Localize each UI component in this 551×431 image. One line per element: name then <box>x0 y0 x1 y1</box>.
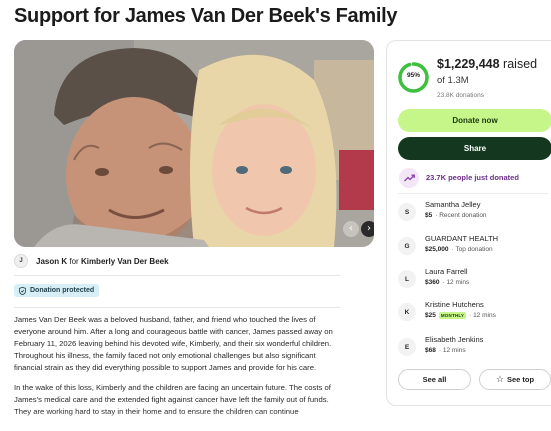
donor-note: · 12 mins <box>469 312 496 319</box>
star-outline-icon: ☆ <box>495 374 504 385</box>
donor-name: Kristine Hutchens <box>425 300 484 309</box>
donation-count: 23.8K donations <box>437 92 484 99</box>
monthly-badge: MONTHLY <box>438 312 467 319</box>
beneficiary-name[interactable]: Kimberly Van Der Beek <box>81 257 169 266</box>
donor-note: · Recent donation <box>435 212 487 219</box>
donor-avatar: K <box>398 303 416 321</box>
share-button[interactable]: Share <box>398 137 551 160</box>
divider <box>398 193 548 194</box>
story-paragraph: James Van Der Beek was a beloved husband… <box>14 315 333 372</box>
trending-up-icon <box>399 168 419 188</box>
see-top-button[interactable]: ☆ See top <box>479 369 551 390</box>
campaign-photo[interactable]: ‹ › <box>14 40 374 247</box>
donor-amount: $68 <box>425 347 436 354</box>
organizer-name[interactable]: Jason K <box>36 257 67 266</box>
divider <box>14 307 340 308</box>
organizer-avatar: J <box>14 254 28 268</box>
donor-meta: $68 · 12 mins <box>425 347 466 354</box>
shield-check-icon <box>19 286 26 295</box>
campaign-story: James Van Der Beek was a beloved husband… <box>14 314 344 426</box>
donor-note: · Top donation <box>451 246 493 253</box>
organizer-line: J Jason K for Kimberly Van Der Beek <box>14 254 169 268</box>
donor-meta: $360 · 12 mins <box>425 279 469 286</box>
divider <box>14 275 340 276</box>
donor-amount: $25 <box>425 312 436 319</box>
trending-text: 23.7K people just donated <box>426 173 519 182</box>
organizer-text: Jason K for Kimberly Van Der Beek <box>36 257 169 266</box>
amount-suffix: raised <box>503 57 538 71</box>
donor-avatar: L <box>398 270 416 288</box>
donor-amount: $5 <box>425 212 433 219</box>
page-title: Support for James Van Der Beek's Family <box>14 5 398 27</box>
see-top-label: See top <box>506 375 535 384</box>
amount-raised: $1,229,448 raised <box>437 57 537 71</box>
donor-name: Laura Farrell <box>425 267 468 276</box>
donor-name: GUARDANT HEALTH <box>425 234 499 243</box>
donate-button[interactable]: Donate now <box>398 109 551 132</box>
progress-percent: 95% <box>406 72 420 79</box>
donor-name: Elisabeth Jenkins <box>425 335 484 344</box>
donor-meta: $25 MONTHLY · 12 mins <box>425 312 496 319</box>
chevron-right-icon[interactable]: › <box>361 221 374 237</box>
goal-text: of 1.3M <box>437 75 469 86</box>
donor-meta: $5 · Recent donation <box>425 212 487 219</box>
donor-avatar: G <box>398 237 416 255</box>
donor-amount: $360 <box>425 279 440 286</box>
donor-meta: $25,000 · Top donation <box>425 246 493 253</box>
see-all-button[interactable]: See all <box>398 369 471 390</box>
story-fade <box>0 411 360 431</box>
donor-note: · 12 mins <box>442 279 470 286</box>
donor-amount: $25,000 <box>425 246 449 253</box>
badge-label: Donation protected <box>30 287 95 294</box>
donor-item: S Samantha Jelley $5 · Recent donation <box>398 200 548 228</box>
donor-name: Samantha Jelley <box>425 200 481 209</box>
donor-avatar: S <box>398 203 416 221</box>
donor-note: · 12 mins <box>438 347 466 354</box>
donor-item: E Elisabeth Jenkins $68 · 12 mins <box>398 335 548 363</box>
chevron-left-icon[interactable]: ‹ <box>343 221 359 237</box>
donation-protected-badge[interactable]: Donation protected <box>14 284 100 297</box>
photo-illustration <box>14 40 374 247</box>
donor-item: K Kristine Hutchens $25 MONTHLY · 12 mins <box>398 300 548 328</box>
donor-item: G GUARDANT HEALTH $25,000 · Top donation <box>398 234 548 262</box>
donor-avatar: E <box>398 338 416 356</box>
amount-value: $1,229,448 <box>437 57 500 71</box>
organizer-connector: for <box>69 256 79 266</box>
donor-item: L Laura Farrell $360 · 12 mins <box>398 267 548 295</box>
